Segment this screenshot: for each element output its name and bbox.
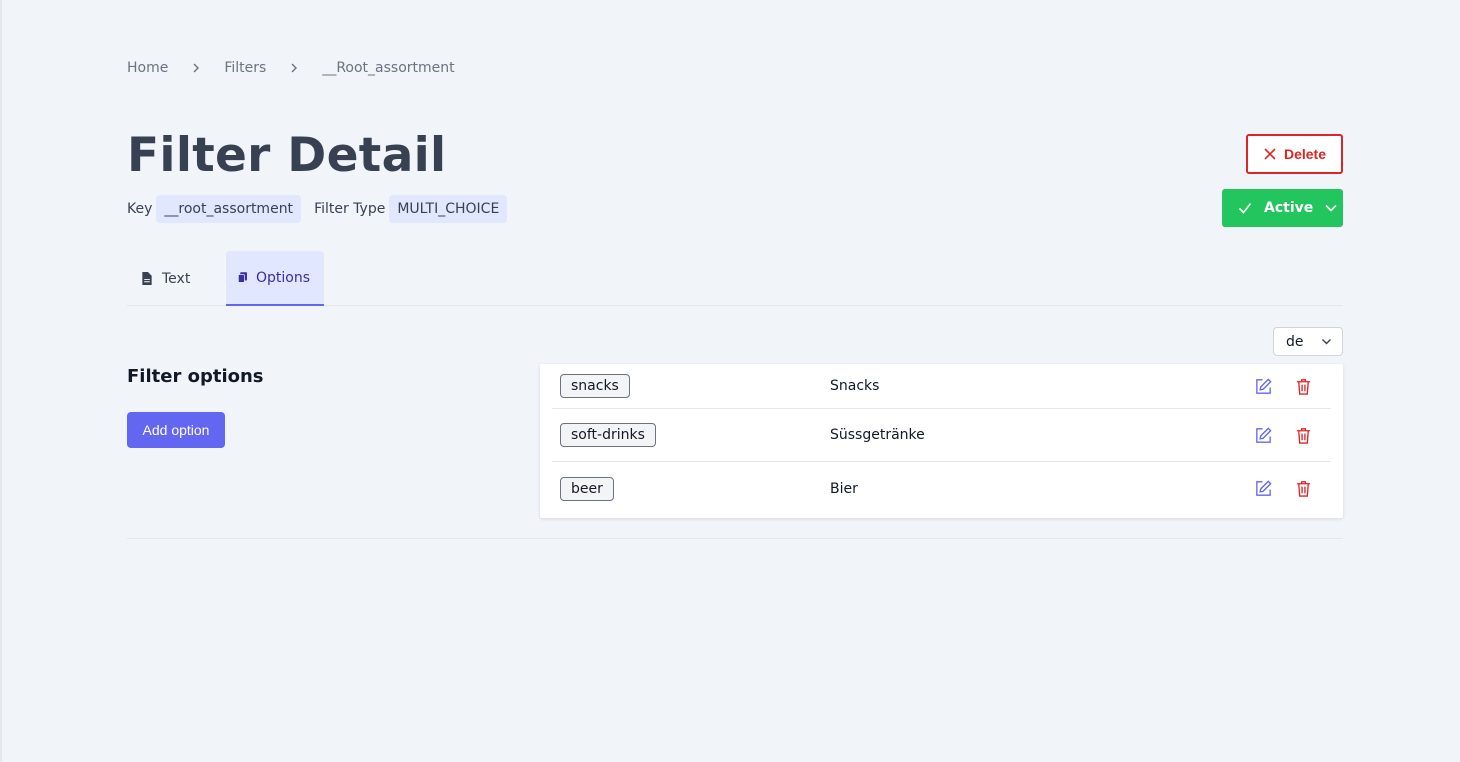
active-status-button: Active	[1222, 189, 1343, 227]
breadcrumb-filters[interactable]: Filters	[224, 60, 266, 76]
edit-icon[interactable]	[1254, 426, 1273, 445]
language-select[interactable]: de	[1273, 327, 1343, 356]
tab-bar: Text Options	[127, 251, 1343, 306]
list-item: beer Bier	[552, 462, 1331, 515]
trash-icon[interactable]	[1294, 426, 1313, 445]
chevron-down-icon	[1322, 339, 1331, 345]
tab-options[interactable]: Options	[226, 251, 324, 306]
check-icon	[1238, 203, 1252, 214]
option-key-badge: snacks	[560, 374, 630, 398]
add-option-button[interactable]: Add option	[127, 412, 225, 448]
document-icon	[142, 272, 152, 285]
option-label: Bier	[830, 480, 858, 497]
chevron-down-icon	[1325, 204, 1337, 212]
list-item: soft-drinks Süssgetränke	[552, 409, 1331, 462]
option-label: Süssgetränke	[830, 427, 925, 443]
filter-meta: Key __root_assortment Filter Type MULTI_…	[127, 195, 520, 223]
active-button[interactable]: Active	[1222, 189, 1319, 227]
tab-options-label: Options	[255, 269, 310, 286]
section-title: Filter options	[127, 366, 264, 387]
option-actions	[1254, 377, 1313, 396]
clipboard-icon	[238, 272, 247, 283]
close-icon	[1264, 148, 1276, 160]
breadcrumb-home[interactable]: Home	[127, 60, 168, 76]
tab-text-label: Text	[162, 270, 191, 287]
language-select-value: de	[1286, 333, 1304, 350]
edit-icon[interactable]	[1254, 377, 1273, 396]
edit-icon[interactable]	[1254, 479, 1273, 498]
chevron-right-icon	[288, 62, 300, 74]
filter-type-label: Filter Type	[314, 201, 386, 217]
active-button-label: Active	[1264, 200, 1314, 216]
list-item: snacks Snacks	[552, 364, 1331, 409]
delete-button-label: Delete	[1283, 146, 1327, 162]
chevron-right-icon	[190, 62, 202, 74]
active-dropdown-toggle[interactable]	[1319, 189, 1343, 227]
key-label: Key	[127, 201, 153, 217]
trash-icon[interactable]	[1294, 479, 1313, 498]
option-actions	[1254, 426, 1313, 445]
option-key-badge: beer	[560, 476, 614, 501]
breadcrumb-current: __Root_assortment	[322, 60, 455, 76]
filter-type-badge: MULTI_CHOICE	[389, 195, 508, 223]
key-badge: __root_assortment	[156, 195, 302, 223]
option-actions	[1254, 479, 1313, 498]
options-list: snacks Snacks soft-drinks Süssgetränke b…	[540, 364, 1343, 518]
breadcrumb: Home Filters __Root_assortment	[127, 60, 455, 76]
option-key-badge: soft-drinks	[560, 423, 656, 447]
page-title: Filter Detail	[127, 128, 447, 183]
option-label: Snacks	[830, 378, 880, 394]
delete-button[interactable]: Delete	[1246, 134, 1343, 174]
trash-icon[interactable]	[1294, 377, 1313, 396]
tab-text[interactable]: Text	[127, 251, 226, 306]
section-divider	[127, 538, 1343, 539]
